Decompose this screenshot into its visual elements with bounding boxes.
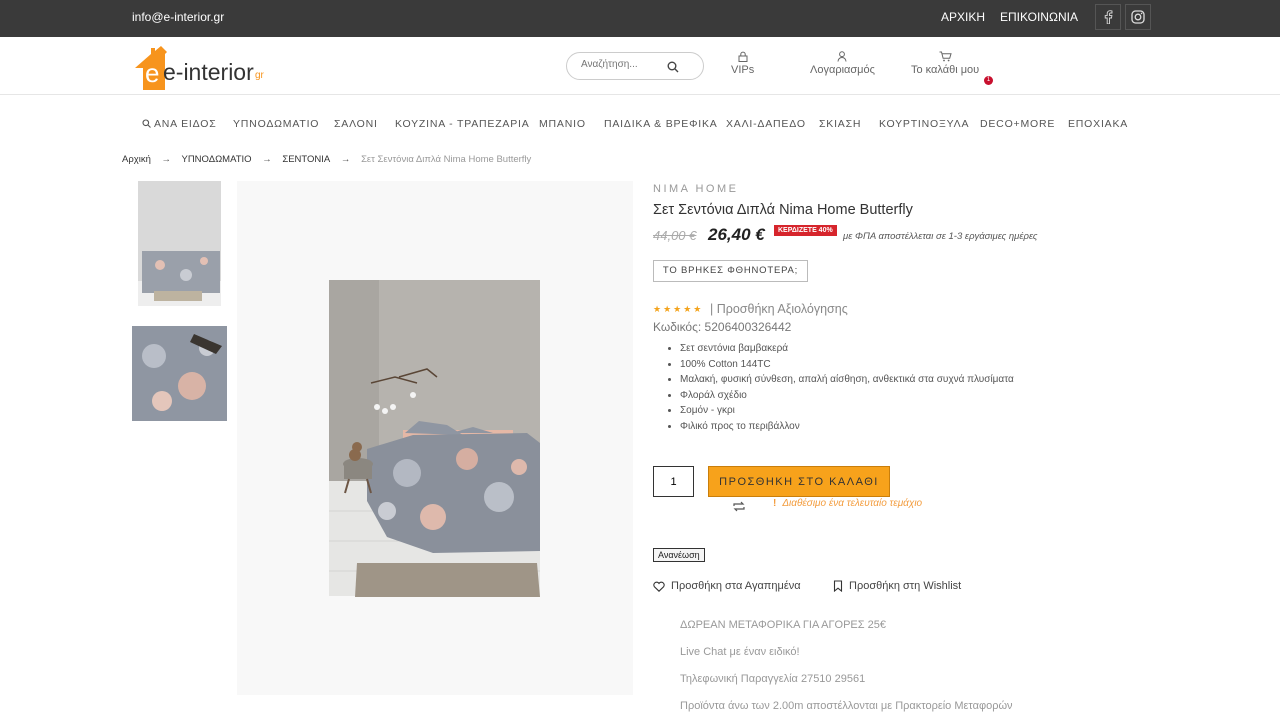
site-logo[interactable]: e e-interior gr [133,42,273,90]
search-box [566,52,704,80]
list-item: 100% Cotton 144TC [680,359,1014,375]
vips-link[interactable]: VIPs [731,51,754,76]
contact-email[interactable]: info@e-interior.gr [132,10,224,24]
add-to-wishlist-link[interactable]: Προσθήκη στη Wishlist [833,580,961,592]
cart-count-badge: 1 [984,76,993,85]
nav-item-kitchen[interactable]: ΚΟΥΖΙΝΑ - ΤΡΑΠΕΖΑΡΙΑ [395,118,530,130]
breadcrumb-sheets[interactable]: ΣΕΝΤΟΝΙΑ [282,154,330,165]
main-nav: ΑΝΑ ΕΙΔΟΣ ΥΠΝΟΔΩΜΑΤΙΟ ΣΑΛΟΝΙ ΚΟΥΖΙΝΑ - Τ… [0,118,1280,136]
breadcrumb-home[interactable]: Αρχική [122,154,151,165]
lock-icon [738,51,748,62]
nav-item-seasonal[interactable]: ΕΠΟΧΙΑΚΑ [1068,118,1128,130]
nav-item-living-room[interactable]: ΣΑΛΟΝΙ [334,118,378,130]
product-thumbnail-2[interactable] [132,326,227,421]
discount-badge: ΚΕΡΔΙΖΕΤΕ 40% [774,225,837,236]
cart-link[interactable]: Το καλάθι μου [911,51,979,76]
breadcrumb-current: Σετ Σεντόνια Διπλά Nima Home Butterfly [361,154,532,165]
renew-button[interactable]: Ανανέωση [653,548,705,562]
nav-item-shading[interactable]: ΣΚΙΑΣΗ [819,118,861,130]
account-label: Λογαριασμός [810,64,875,76]
bookmark-icon [833,580,843,592]
list-item: Σετ σεντόνια βαμβακερά [680,343,1014,359]
stock-note: Διαθέσιμο ένα τελευταίο τεμάχιο [782,498,923,509]
warning-icon: ! [773,498,777,509]
phone-order-info: Τηλεφωνική Παραγγελία 27510 29561 [680,673,866,685]
top-bar: info@e-interior.gr ΑΡΧΙΚΗ ΕΠΙΚΟΙΝΩΝΙΑ [0,0,1280,37]
quantity-input[interactable] [653,466,694,497]
breadcrumb-separator: → [340,154,351,165]
facebook-icon[interactable] [1095,4,1121,30]
add-review-link[interactable]: | Προσθήκη Αξιολόγησης [710,302,848,316]
cart-label: Το καλάθι μου [911,64,980,76]
vat-shipping-note: με ΦΠΑ αποστέλλεται σε 1-3 εργάσιμες ημέ… [843,231,1038,242]
breadcrumb-bedroom[interactable]: ΥΠΝΟΔΩΜΑΤΙΟ [181,154,251,165]
main-product-image[interactable] [237,181,633,695]
free-shipping-info: ΔΩΡΕΑΝ ΜΕΤΑΦΟΡΙΚΑ ΓΙΑ ΑΓΟΡΕΣ 25€ [680,619,886,631]
list-item: Φιλικό προς το περιβάλλον [680,421,1014,437]
account-link[interactable]: Λογαριασμός [810,51,875,76]
svg-text:e: e [145,58,159,88]
stock-status: ! Διαθέσιμο ένα τελευταίο τεμάχιο [773,498,922,509]
sale-price: 26,40 € [708,225,765,244]
live-chat-info[interactable]: Live Chat με έναν ειδικό! [680,646,800,658]
product-title: Σετ Σεντόνια Διπλά Nima Home Butterfly [653,202,913,218]
search-icon [142,119,151,128]
logo-text: e-interior [163,59,254,85]
product-thumbnail-1[interactable] [138,181,221,306]
add-to-favorites-link[interactable]: Προσθήκη στα Αγαπημένα [653,580,801,592]
add-to-cart-button[interactable]: ΠΡΟΣΘΗΚΗ ΣΤΟ ΚΑΛΑΘΙ [708,466,890,497]
nav-item-bathroom[interactable]: ΜΠΑΝΙΟ [539,118,586,130]
search-icon[interactable] [667,60,679,78]
contact-link[interactable]: ΕΠΙΚΟΙΝΩΝΙΑ [1000,10,1078,24]
transport-info: Προϊόντα άνω των 2.00m αποστέλλονται με … [680,700,1013,712]
old-price: 44,00 € [653,228,697,243]
list-item: Μαλακή, φυσική σύνθεση, απαλή αίσθηση, α… [680,374,1014,390]
home-link[interactable]: ΑΡΧΙΚΗ [941,10,985,24]
nav-item-by-type[interactable]: ΑΝΑ ΕΙΔΟΣ [142,118,217,130]
nav-item-rugs[interactable]: ΧΑΛΙ-ΔΑΠΕΔΟ [726,118,806,130]
breadcrumb-separator: → [161,154,172,165]
product-brand[interactable]: NIMA HOME [653,183,738,195]
list-item: Φλοράλ σχέδιο [680,390,1014,406]
rating-stars[interactable]: ★★★★★ [653,304,703,315]
list-item: Σομόν - γκρι [680,405,1014,421]
feature-list: Σετ σεντόνια βαμβακερά 100% Cotton 144TC… [680,343,1014,437]
logo-suffix: gr [255,70,265,81]
cart-icon [939,51,952,62]
breadcrumb: Αρχική → ΥΠΝΟΔΩΜΑΤΙΟ → ΣΕΝΤΟΝΙΑ → Σετ Σε… [122,154,539,165]
refresh-icon[interactable] [732,499,746,517]
nav-item-bedroom[interactable]: ΥΠΝΟΔΩΜΑΤΙΟ [233,118,319,130]
instagram-icon[interactable] [1125,4,1151,30]
site-header: e e-interior gr VIPs Λογαριασμός Το καλά… [0,37,1280,95]
found-cheaper-button[interactable]: ΤΟ ΒΡΗΚΕΣ ΦΘΗΝΟΤΕΡΑ; [653,260,808,282]
user-icon [837,51,847,62]
product-sku: Κωδικός: 5206400326442 [653,320,792,334]
search-input[interactable] [581,59,671,70]
nav-label: ΑΝΑ ΕΙΔΟΣ [154,118,217,130]
wishlist-label: Προσθήκη στη Wishlist [849,580,962,592]
breadcrumb-separator: → [262,154,272,165]
vips-label: VIPs [731,64,755,76]
heart-icon [653,581,665,592]
nav-item-curtain-rods[interactable]: ΚΟΥΡΤΙΝΟΞΥΛΑ [879,118,969,130]
nav-item-kids[interactable]: ΠΑΙΔΙΚΑ & ΒΡΕΦΙΚΑ [604,118,718,130]
nav-item-deco[interactable]: DECO+MORE [980,118,1055,130]
favorites-label: Προσθήκη στα Αγαπημένα [671,580,801,592]
